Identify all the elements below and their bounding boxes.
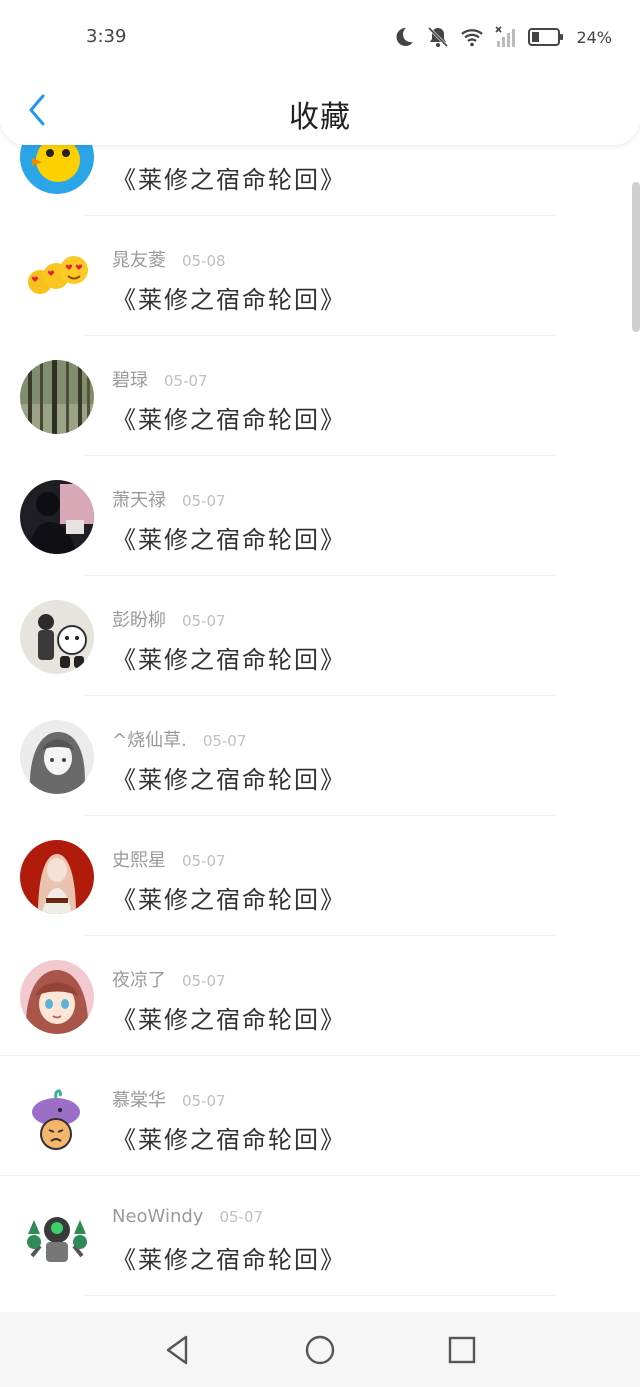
- dark-portrait-avatar-image: [20, 480, 94, 554]
- whale-cartoon-avatar-image: [20, 1080, 94, 1154]
- item-date: 05-07: [182, 492, 226, 510]
- item-meta: 碧琭 05-07: [112, 366, 208, 392]
- moon-icon: [396, 27, 414, 46]
- bell-off-icon: [428, 26, 449, 48]
- book-title[interactable]: 《莱修之宿命轮回》: [112, 1240, 346, 1275]
- user-name[interactable]: 慕棠华: [112, 1090, 166, 1111]
- header: 3:39 24% 收藏: [0, 0, 640, 145]
- wifi-icon: [461, 29, 484, 47]
- item-meta: 彭盼柳 05-07: [112, 606, 226, 632]
- user-name[interactable]: 碧琭: [112, 370, 148, 391]
- item-meta: 萧天禄 05-07: [112, 486, 226, 512]
- status-icons: 24%: [392, 22, 612, 52]
- item-meta: 晁友菱 05-08: [112, 246, 226, 272]
- list-item[interactable]: 萧天禄 05-07 《莱修之宿命轮回》: [0, 456, 640, 576]
- avatar[interactable]: [20, 960, 94, 1034]
- avatar[interactable]: [20, 1200, 94, 1274]
- book-title[interactable]: 《莱修之宿命轮回》: [112, 520, 346, 555]
- battery-percent: 24%: [576, 27, 612, 47]
- book-title[interactable]: 《莱修之宿命轮回》: [112, 880, 346, 915]
- item-meta: NeoWindy 05-07: [112, 1206, 263, 1227]
- book-title[interactable]: 《莱修之宿命轮回》: [112, 640, 346, 675]
- signal-icon: [495, 26, 516, 47]
- gray-anime-avatar-image: [20, 720, 94, 794]
- item-date: 05-07: [182, 852, 226, 870]
- item-date: 05-08: [182, 252, 226, 270]
- user-name[interactable]: 彭盼柳: [112, 610, 166, 631]
- divider: [84, 1295, 556, 1296]
- avatar[interactable]: [20, 720, 94, 794]
- page-title: 收藏: [289, 100, 351, 135]
- battery-icon: [528, 28, 564, 46]
- list-item[interactable]: NeoWindy 05-07 《莱修之宿命轮回》: [0, 1176, 640, 1296]
- avatar[interactable]: [20, 1080, 94, 1154]
- back-triangle-icon[interactable]: [160, 1332, 196, 1368]
- avatar[interactable]: [20, 600, 94, 674]
- list-item[interactable]: 慕棠华 05-07 《莱修之宿命轮回》: [0, 1056, 640, 1176]
- book-title[interactable]: 《莱修之宿命轮回》: [112, 760, 346, 795]
- item-meta: 史熙星 05-07: [112, 846, 226, 872]
- book-title[interactable]: 《莱修之宿命轮回》: [112, 400, 346, 435]
- user-name[interactable]: 晁友菱: [112, 250, 166, 271]
- forest-avatar-image: [20, 360, 94, 434]
- list-item[interactable]: 史熙星 05-07 《莱修之宿命轮回》: [0, 816, 640, 936]
- system-nav-bar: [0, 1312, 640, 1387]
- bangs-girl-avatar-image: [20, 960, 94, 1034]
- book-title[interactable]: 《莱修之宿命轮回》: [112, 1000, 346, 1035]
- item-meta: ^烧仙草. 05-07: [112, 726, 246, 752]
- red-anime-avatar-image: [20, 840, 94, 914]
- user-name[interactable]: 萧天禄: [112, 490, 166, 511]
- item-date: 05-07: [202, 732, 247, 750]
- book-title[interactable]: 《莱修之宿命轮回》: [112, 1120, 346, 1155]
- item-date: 05-07: [182, 972, 226, 990]
- home-circle-icon[interactable]: [302, 1332, 338, 1368]
- avatar[interactable]: [20, 240, 94, 314]
- favorites-list: 《莱修之宿命轮回》 晁友菱 05-08 《莱修之宿命轮回》 碧琭 05-07 《…: [0, 96, 640, 1296]
- user-name[interactable]: ^烧仙草.: [112, 730, 187, 751]
- item-date: 05-07: [219, 1208, 264, 1226]
- book-title[interactable]: 《莱修之宿命轮回》: [112, 160, 346, 195]
- list-item[interactable]: 夜凉了 05-07 《莱修之宿命轮回》: [0, 936, 640, 1056]
- item-date: 05-07: [182, 612, 226, 630]
- avatar[interactable]: [20, 840, 94, 914]
- item-date: 05-07: [182, 1092, 226, 1110]
- heart-eyes-emoji-avatar-image: [20, 240, 94, 314]
- robot-cartoon-avatar-image: [20, 1200, 94, 1274]
- item-meta: 夜凉了 05-07: [112, 966, 226, 992]
- avatar[interactable]: [20, 360, 94, 434]
- status-time: 3:39: [86, 26, 127, 47]
- item-meta: 慕棠华 05-07: [112, 1086, 226, 1112]
- user-name[interactable]: 史熙星: [112, 850, 166, 871]
- list-item[interactable]: 碧琭 05-07 《莱修之宿命轮回》: [0, 336, 640, 456]
- item-date: 05-07: [164, 372, 208, 390]
- scrollbar[interactable]: [632, 182, 640, 332]
- list-item[interactable]: ^烧仙草. 05-07 《莱修之宿命轮回》: [0, 696, 640, 816]
- user-name[interactable]: NeoWindy: [112, 1206, 203, 1227]
- avatar[interactable]: [20, 480, 94, 554]
- list-item[interactable]: 彭盼柳 05-07 《莱修之宿命轮回》: [0, 576, 640, 696]
- list-item[interactable]: 晁友菱 05-08 《莱修之宿命轮回》: [0, 216, 640, 336]
- user-name[interactable]: 夜凉了: [112, 970, 166, 991]
- sketch-girl-avatar-image: [20, 600, 94, 674]
- recents-square-icon[interactable]: [444, 1332, 480, 1368]
- book-title[interactable]: 《莱修之宿命轮回》: [112, 280, 346, 315]
